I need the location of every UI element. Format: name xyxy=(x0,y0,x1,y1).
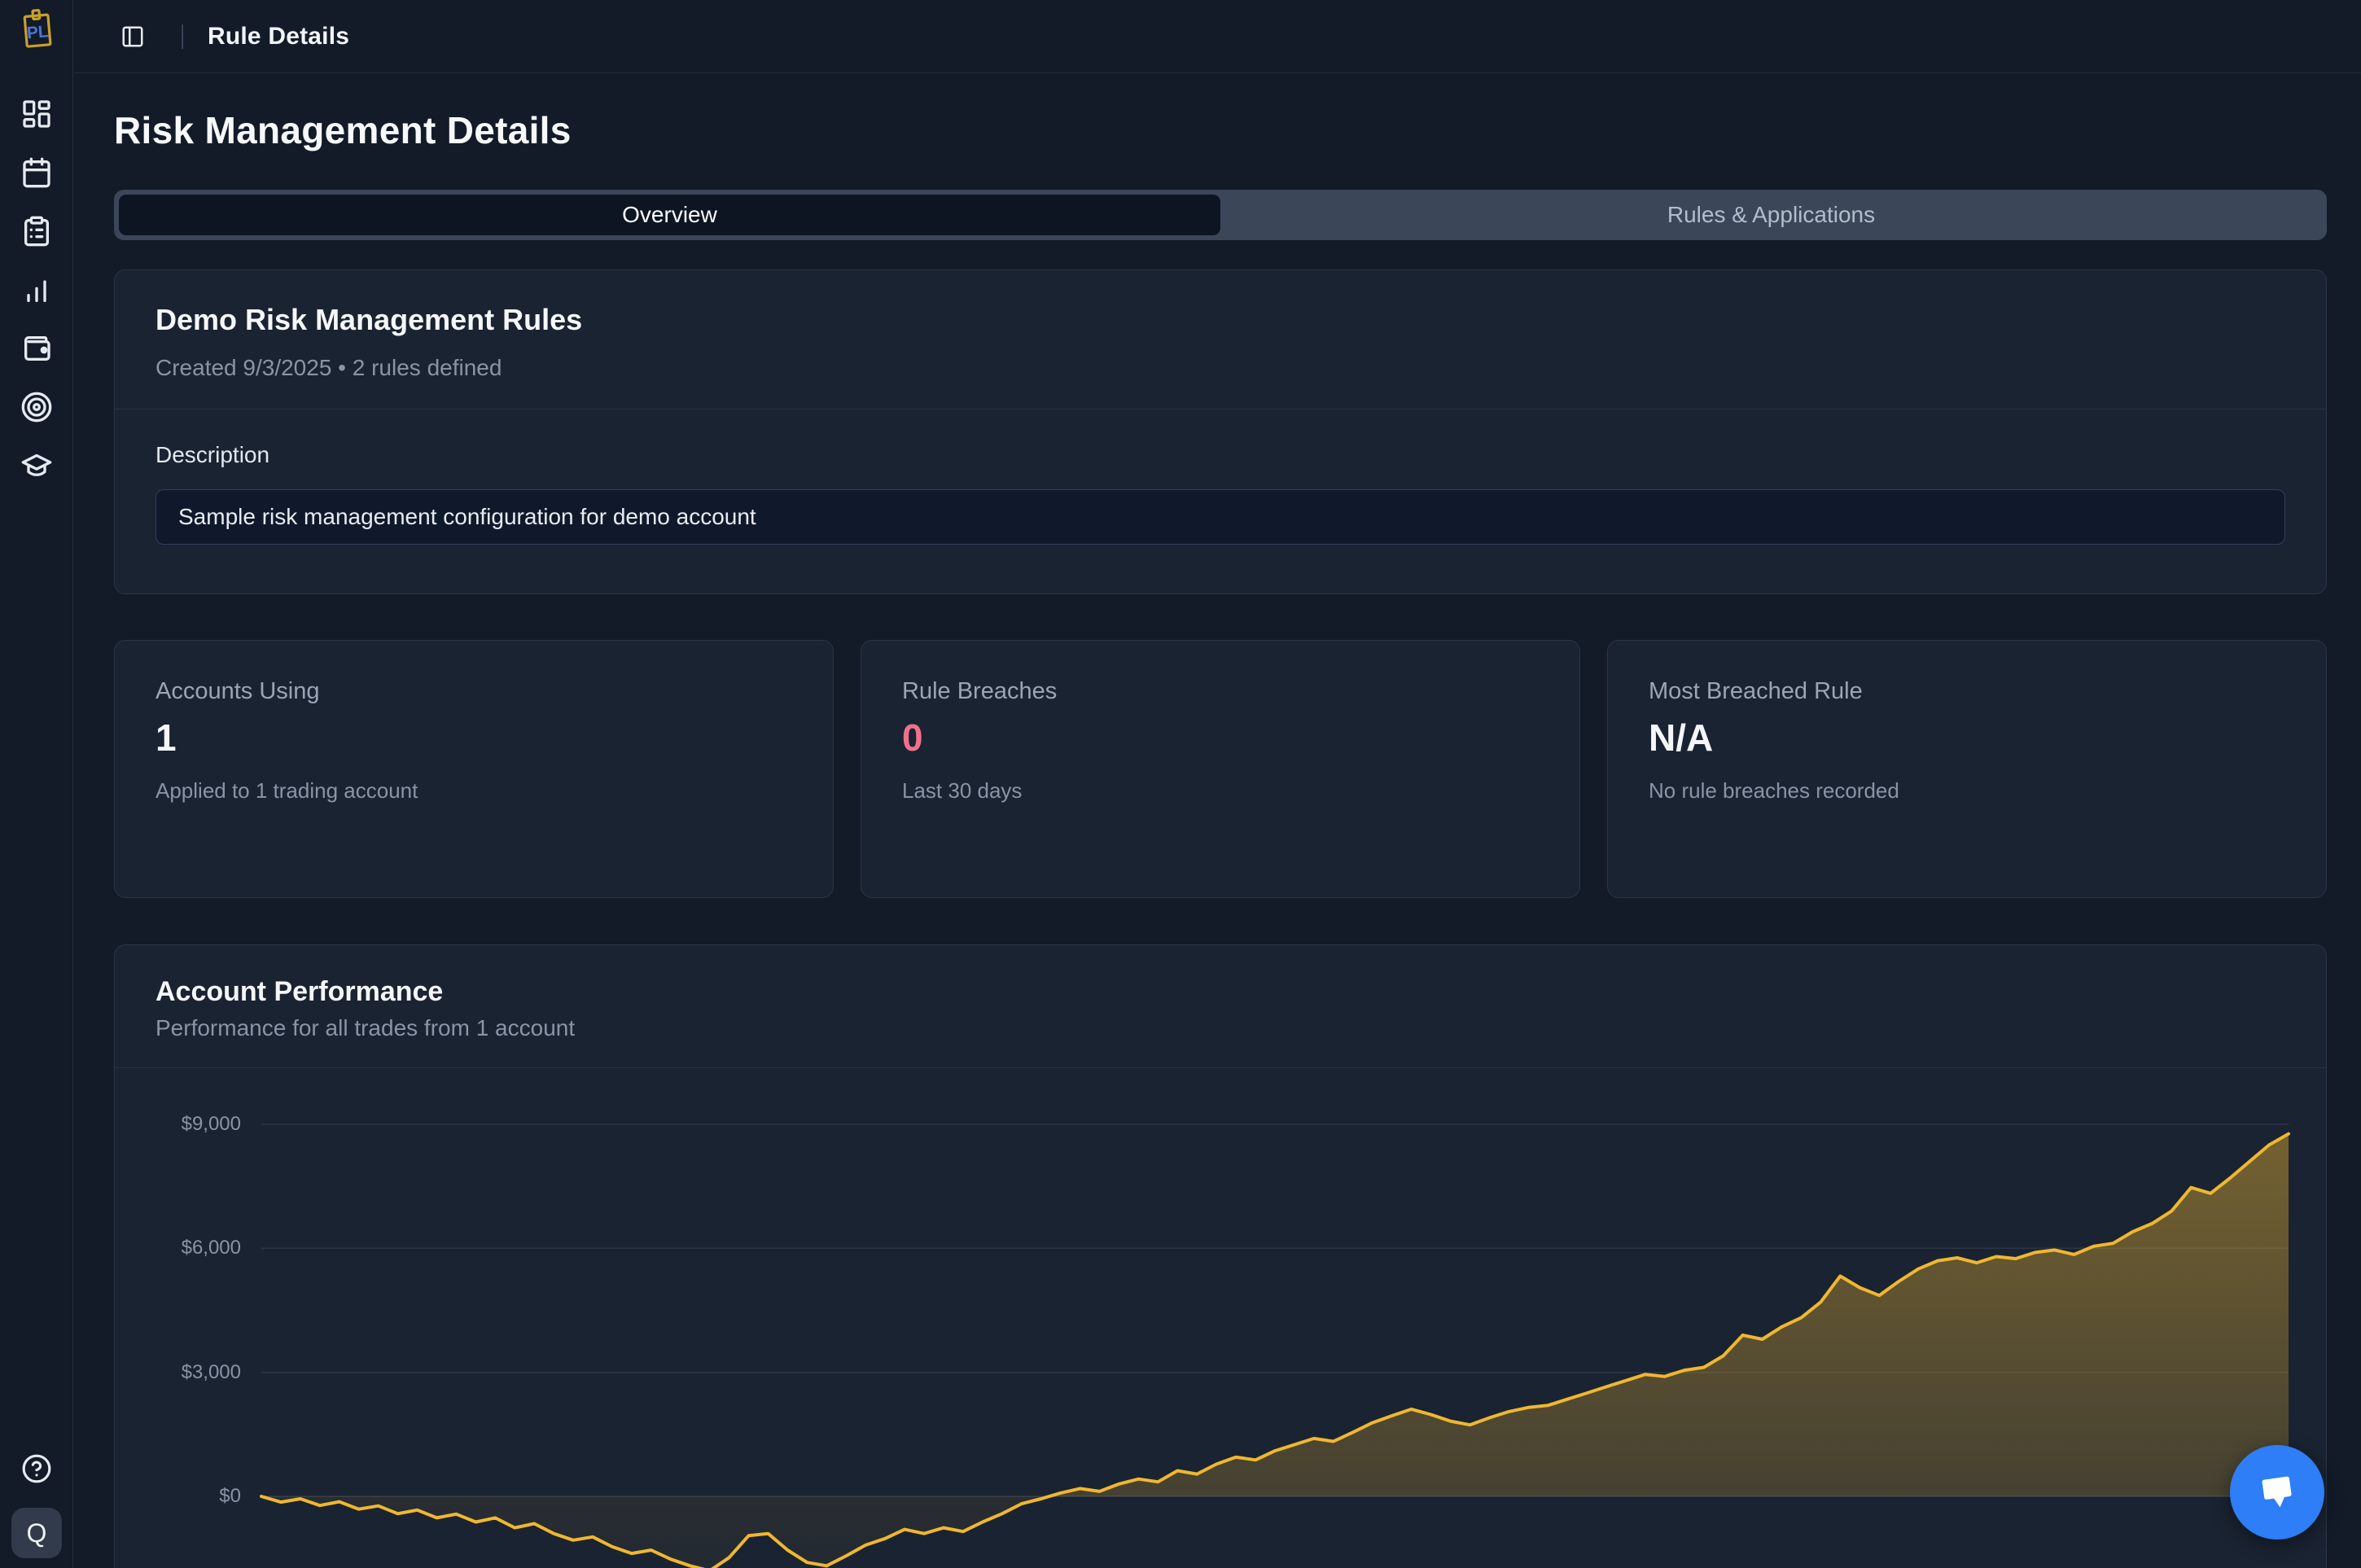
wallet-icon xyxy=(20,332,53,369)
target-icon xyxy=(20,391,53,427)
stat-card-rule-breaches: Rule Breaches 0 Last 30 days xyxy=(861,640,1580,898)
stat-subtext: No rule breaches recorded xyxy=(1649,778,2285,804)
help-button[interactable] xyxy=(20,1454,53,1487)
page-title: Risk Management Details xyxy=(114,108,2327,152)
panel-left-icon xyxy=(120,24,145,49)
sidebar-bottom: Q xyxy=(0,1454,73,1558)
bar-chart-icon xyxy=(20,274,53,310)
clipboard-list-icon xyxy=(20,215,53,252)
app-logo[interactable]: PL xyxy=(18,7,57,54)
stat-subtext: Last 30 days xyxy=(902,778,1539,804)
rule-summary-card: Demo Risk Management Rules Created 9/3/2… xyxy=(114,269,2327,594)
sidebar-item-accounts[interactable] xyxy=(20,334,53,366)
stat-label: Most Breached Rule xyxy=(1649,678,2285,705)
sidebar-item-calendar[interactable] xyxy=(20,158,53,191)
rule-title: Demo Risk Management Rules xyxy=(156,303,2285,337)
tab-overview[interactable]: Overview xyxy=(119,195,1220,235)
sidebar-nav xyxy=(0,99,73,484)
graduation-cap-icon xyxy=(20,449,53,486)
stat-card-accounts-using: Accounts Using 1 Applied to 1 trading ac… xyxy=(114,640,834,898)
tab-rules-applications[interactable]: Rules & Applications xyxy=(1220,195,2322,235)
sidebar-toggle-button[interactable] xyxy=(120,24,145,49)
rule-card-body: Description Sample risk management confi… xyxy=(115,410,2326,545)
stat-card-most-breached-rule: Most Breached Rule N/A No rule breaches … xyxy=(1607,640,2327,898)
y-axis-tick-label: $9,000 xyxy=(115,1113,241,1136)
sidebar-item-dashboard[interactable] xyxy=(20,99,53,132)
topbar: Rule Details xyxy=(74,0,2361,73)
stat-label: Rule Breaches xyxy=(902,678,1539,705)
topbar-separator xyxy=(182,24,183,49)
rule-meta: Created 9/3/2025 • 2 rules defined xyxy=(156,355,2285,381)
calendar-icon xyxy=(20,156,53,193)
rule-card-header: Demo Risk Management Rules Created 9/3/2… xyxy=(115,270,2326,381)
account-performance-card: Account Performance Performance for all … xyxy=(114,944,2327,1568)
user-avatar[interactable]: Q xyxy=(11,1508,62,1558)
y-axis-tick-label: $0 xyxy=(115,1485,241,1508)
y-axis-tick-label: $6,000 xyxy=(115,1237,241,1259)
performance-chart-svg xyxy=(115,1068,2327,1568)
breadcrumb-title: Rule Details xyxy=(208,23,349,50)
help-circle-icon xyxy=(21,1453,52,1488)
stat-label: Accounts Using xyxy=(156,678,792,705)
chat-button[interactable] xyxy=(2230,1445,2324,1540)
chart-subtitle: Performance for all trades from 1 accoun… xyxy=(156,1015,2285,1041)
y-axis-tick-label: $3,000 xyxy=(115,1361,241,1384)
stat-value: N/A xyxy=(1649,715,2285,760)
stat-subtext: Applied to 1 trading account xyxy=(156,778,792,804)
sidebar-item-risk-rules[interactable] xyxy=(20,392,53,425)
stat-value: 1 xyxy=(156,715,792,760)
layout-dashboard-icon xyxy=(20,98,53,134)
main-content: Risk Management Details Overview Rules &… xyxy=(74,74,2361,1568)
sidebar-item-analytics[interactable] xyxy=(20,275,53,308)
sidebar-item-journal[interactable] xyxy=(20,217,53,249)
chart-card-header: Account Performance Performance for all … xyxy=(115,945,2326,1041)
sidebar-item-learn[interactable] xyxy=(20,451,53,484)
sidebar: PL xyxy=(0,0,73,1568)
stats-row: Accounts Using 1 Applied to 1 trading ac… xyxy=(114,640,2327,898)
performance-chart: $9,000 $6,000 $3,000 $0 xyxy=(115,1068,2327,1568)
chart-title: Account Performance xyxy=(156,976,2285,1008)
tab-strip: Overview Rules & Applications xyxy=(114,190,2327,240)
stat-value: 0 xyxy=(902,715,1539,760)
app-root: PL xyxy=(0,0,2361,1568)
description-input[interactable]: Sample risk management configuration for… xyxy=(156,489,2285,545)
description-label: Description xyxy=(156,442,2285,468)
svg-text:PL: PL xyxy=(26,22,50,42)
chat-bubble-icon xyxy=(2252,1465,2302,1520)
